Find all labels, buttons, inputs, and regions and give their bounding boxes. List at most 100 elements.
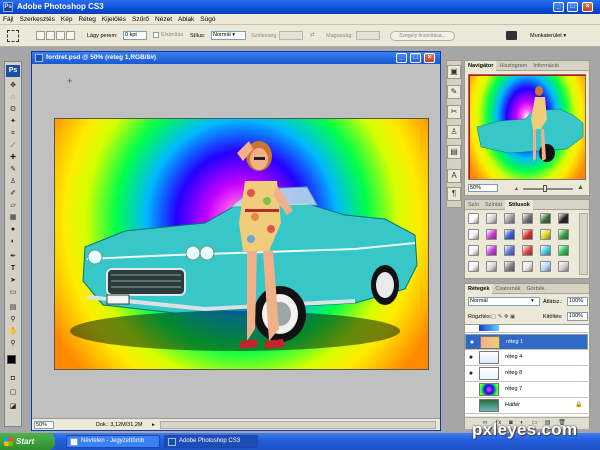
minimize-button[interactable]: _ [553,2,564,12]
style-swatch[interactable] [522,229,533,240]
zoom-level-field[interactable]: 50% [34,421,54,429]
layer-row[interactable]: réteg 7 [465,382,588,398]
layer-visibility-eye-icon[interactable]: ● [468,339,476,346]
menu-view[interactable]: Nézet [152,14,175,25]
clone-source-dock-icon[interactable]: ♙ [447,125,461,139]
navigator-thumbnail[interactable] [468,74,586,180]
tab-swatches[interactable]: Színtár [482,200,505,210]
doc-minimize-button[interactable]: _ [396,53,407,63]
tab-layers[interactable]: Rétegek [465,284,493,294]
style-swatch[interactable] [468,245,479,256]
marquee-tool-icon[interactable] [7,30,19,42]
style-swatch[interactable] [468,213,479,224]
layer-visibility-eye-icon[interactable] [467,402,475,409]
menu-file[interactable]: Fájl [0,14,16,25]
layer-visibility-eye-icon[interactable]: ● [467,354,475,361]
style-swatch[interactable] [558,261,569,272]
quick-mask-icon[interactable]: ◘ [7,374,19,383]
style-swatch[interactable] [486,213,497,224]
eraser-tool-icon[interactable]: ▱ [7,201,19,210]
slice-tool-icon[interactable]: ⟋ [7,141,19,150]
layer-row[interactable]: ● réteg 1 [465,334,588,350]
blur-tool-icon[interactable]: ● [7,225,19,234]
tab-channels[interactable]: Csatornák [492,284,523,294]
blend-mode-arrow-icon[interactable]: ▾ [531,297,534,305]
tool-presets-dock-icon[interactable]: ✂ [447,105,461,119]
start-button[interactable]: Start [0,433,55,450]
style-select[interactable]: Normál ▾ [211,31,246,40]
menu-window[interactable]: Ablak [175,14,197,25]
palette-well-icon[interactable] [506,31,517,40]
path-selection-icon[interactable]: ➤ [7,276,19,285]
canvas-image[interactable] [54,118,429,370]
doc-close-button[interactable]: × [424,53,435,63]
paragraph-dock-icon[interactable]: ¶ [447,187,461,201]
shape-tool-icon[interactable]: ▭ [7,288,19,297]
history-brush-icon[interactable]: ✐ [7,189,19,198]
style-swatch[interactable] [486,245,497,256]
maximize-button[interactable]: □ [567,2,578,12]
style-swatch[interactable] [522,261,533,272]
style-swatch[interactable] [468,229,479,240]
pen-tool-icon[interactable]: ✒ [7,252,19,261]
lasso-tool-icon[interactable]: ʘ [7,105,19,114]
style-swatch[interactable] [504,245,515,256]
crop-tool-icon[interactable]: ⌗ [7,129,19,138]
foreground-color-swatch[interactable] [7,355,16,364]
menu-edit[interactable]: Szerkesztés [16,14,57,25]
layer-row[interactable]: ● réteg 4 [465,350,588,366]
screen-mode-icon[interactable]: ▢ [7,388,19,397]
character-dock-icon[interactable]: A [447,169,461,183]
style-swatch[interactable] [558,229,569,240]
layer-row[interactable]: ● réteg 8 [465,366,588,382]
new-selection-icon[interactable] [36,31,45,40]
taskbar-item-notepad[interactable]: Névtelen - Jegyzettömb [66,435,160,448]
menu-filter[interactable]: Szűrő [129,14,152,25]
tab-navigator[interactable]: Navigátor [465,61,497,71]
feather-input[interactable]: 0 kpt [123,31,147,40]
style-swatch[interactable] [540,213,551,224]
layer-visibility-eye-icon[interactable] [467,386,475,393]
style-swatch[interactable] [558,213,569,224]
lock-icons[interactable]: ▢ ✎ ✥ ▣ [491,313,515,321]
navigator-view-box[interactable] [469,75,585,179]
style-swatch[interactable] [522,245,533,256]
style-swatch[interactable] [558,245,569,256]
zoom-tool-icon[interactable]: ⚲ [7,339,19,348]
antialias-checkbox[interactable] [153,32,159,38]
workspace-menu[interactable]: Munkaterület ▾ [530,32,566,40]
swap-icon[interactable]: ⇄ [310,31,315,39]
edit-in-imageready-icon[interactable]: ◪ [7,402,19,411]
layer-visibility-eye-icon[interactable]: ● [467,370,475,377]
tab-color[interactable]: Szín [465,200,482,210]
style-swatch[interactable] [486,229,497,240]
navigator-dock-icon[interactable]: ▣ [447,65,461,79]
blend-mode-select[interactable]: Normál [468,297,540,306]
width-input[interactable] [279,31,303,40]
style-swatch[interactable] [540,229,551,240]
subtract-selection-icon[interactable] [56,31,65,40]
style-swatch[interactable] [540,245,551,256]
info-dock-icon[interactable]: ▤ [447,145,461,159]
style-swatch[interactable] [504,213,515,224]
navigator-zoom-slider[interactable] [523,188,573,190]
layer-row[interactable]: Háttér 🔒 [465,398,588,414]
style-swatch[interactable] [504,261,515,272]
intersect-selection-icon[interactable] [66,31,75,40]
menu-help[interactable]: Súgó [197,14,218,25]
refine-edge-button[interactable]: Szegély finomítása... [390,31,455,41]
fill-input[interactable]: 100% [567,312,588,321]
tab-histogram[interactable]: Hisztogram [496,61,530,71]
style-swatch[interactable] [540,261,551,272]
menu-layer[interactable]: Réteg [75,14,98,25]
add-selection-icon[interactable] [46,31,55,40]
style-swatch[interactable] [522,213,533,224]
tab-info[interactable]: Információ [530,61,562,71]
layer-row-partial[interactable] [465,325,588,333]
dodge-tool-icon[interactable]: ◐ [7,237,19,246]
gradient-tool-icon[interactable]: ▦ [7,213,19,222]
move-tool-icon[interactable]: ✥ [7,81,19,90]
healing-brush-icon[interactable]: ✚ [7,153,19,162]
magic-wand-icon[interactable]: ✦ [7,117,19,126]
menu-image[interactable]: Kép [58,14,76,25]
